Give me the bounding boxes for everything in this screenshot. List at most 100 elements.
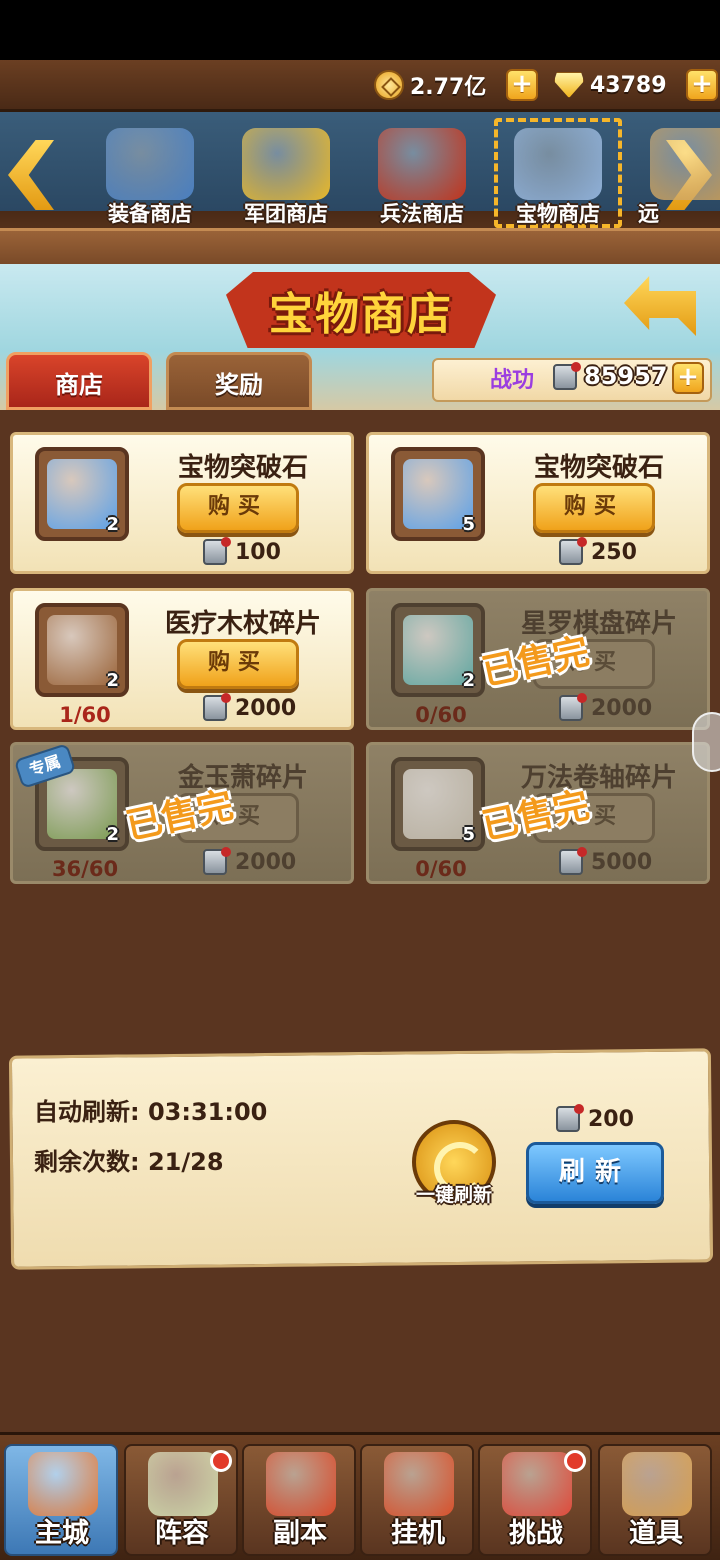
gold-display: 2.77亿	[374, 68, 486, 102]
shop-tab-0[interactable]: 装备商店	[86, 118, 214, 228]
merit-label: 战功	[490, 368, 535, 393]
shop-tab-label: 远	[638, 202, 659, 226]
gem-amount: 43789	[590, 72, 667, 98]
auto-refresh-label: 自动刷新:	[34, 1098, 140, 1126]
merit-scroll-icon	[203, 693, 231, 721]
shop-tab-3[interactable]: 宝物商店	[494, 118, 622, 228]
gold-ingot-icon	[242, 128, 330, 200]
fragment-progress: 1/60	[59, 703, 111, 727]
shop-tab-label: 宝物商店	[516, 202, 600, 226]
shop-item-card[interactable]: 2 宝物突破石 购买 100	[10, 432, 354, 574]
status-bar-area	[0, 0, 720, 60]
treasure-icon	[514, 128, 602, 200]
fragment-progress: 0/60	[415, 857, 467, 881]
buy-button[interactable]: 购买	[177, 639, 299, 689]
merit-scroll-icon	[559, 847, 587, 875]
buy-button[interactable]: 购买	[533, 483, 655, 533]
price-value: 5000	[591, 849, 653, 875]
gem-display: 43789	[554, 68, 667, 102]
tab-reward[interactable]: 奖励	[166, 352, 312, 410]
nav-label: 阵容	[155, 1518, 209, 1549]
auto-refresh-row: 自动刷新: 03:31:00	[34, 1092, 267, 1127]
item-count: 5	[462, 514, 475, 535]
nav-item-1[interactable]: 阵容	[124, 1444, 238, 1556]
item-count: 2	[106, 824, 119, 845]
versus-icon	[502, 1452, 572, 1516]
fragment-progress: 0/60	[415, 703, 467, 727]
notification-dot	[210, 1450, 232, 1472]
item-name: 医疗木杖碎片	[164, 609, 321, 639]
shop-item-card[interactable]: 5 宝物突破石 购买 250	[366, 432, 710, 574]
page-title: 宝物商店	[269, 289, 453, 340]
nav-item-3[interactable]: 挂机	[360, 1444, 474, 1556]
merit-scroll-icon	[203, 847, 231, 875]
add-merit-button[interactable]: +	[672, 362, 704, 394]
nav-label: 主城	[35, 1518, 89, 1549]
shop-item-card[interactable]: 2 星罗棋盘碎片 购买 2000 0/60 已售完	[366, 588, 710, 730]
shop-item-card[interactable]: 5 万法卷轴碎片 购买 5000 0/60 已售完	[366, 742, 710, 884]
item-frame[interactable]: 5	[391, 757, 485, 851]
shop-tab-1[interactable]: 军团商店	[222, 118, 350, 228]
one-key-refresh-label[interactable]: 一键刷新	[404, 1180, 504, 1207]
item-name: 宝物突破石	[177, 453, 308, 483]
item-frame[interactable]: 2	[35, 603, 129, 697]
side-drawer-handle[interactable]	[692, 712, 720, 772]
nav-item-0[interactable]: 主城	[4, 1444, 118, 1556]
price-value: 2000	[591, 695, 653, 721]
tab-shop[interactable]: 商店	[6, 352, 152, 410]
shop-tab-label: 军团商店	[244, 202, 328, 226]
item-frame[interactable]: 2	[391, 603, 485, 697]
item-bag-icon	[622, 1452, 692, 1516]
merit-scroll-icon	[559, 537, 587, 565]
merit-scroll-icon	[203, 537, 231, 565]
item-price: 250	[559, 537, 637, 565]
nav-label: 道具	[629, 1518, 683, 1549]
refresh-cost-value: 200	[588, 1106, 634, 1132]
merit-scroll-icon	[556, 1104, 584, 1132]
merit-scroll-icon	[553, 362, 581, 390]
price-value: 100	[235, 539, 281, 565]
notification-dot	[564, 1450, 586, 1472]
fragment-progress: 36/60	[51, 857, 119, 881]
armor-icon	[106, 128, 194, 200]
nav-label: 挑战	[509, 1518, 563, 1549]
refresh-cost: 200	[556, 1104, 634, 1132]
currency-bar: 2.77亿 + 43789 +	[0, 60, 720, 112]
price-value: 2000	[235, 695, 297, 721]
shop-tab-2[interactable]: 兵法商店	[358, 118, 486, 228]
shop-item-card[interactable]: 2 医疗木杖碎片 购买 2000 1/60	[10, 588, 354, 730]
shop-tab-label: 兵法商店	[380, 202, 464, 226]
treasure-bag-icon	[384, 1452, 454, 1516]
nav-item-5[interactable]: 道具	[598, 1444, 712, 1556]
item-frame[interactable]: 2	[35, 447, 129, 541]
buy-button[interactable]: 购买	[177, 483, 299, 533]
gold-coin-icon	[374, 70, 404, 100]
item-name: 宝物突破石	[533, 453, 664, 483]
item-price: 5000	[559, 847, 653, 875]
nav-item-2[interactable]: 副本	[242, 1444, 356, 1556]
gem-icon	[554, 72, 584, 98]
item-frame[interactable]: 5	[391, 447, 485, 541]
merit-scroll-icon	[559, 693, 587, 721]
gold-amount: 2.77亿	[410, 75, 487, 100]
shop-item-card[interactable]: 2 金玉萧碎片 购买 2000 36/60 专属 已售完	[10, 742, 354, 884]
add-gem-button[interactable]: +	[686, 69, 718, 101]
palace-icon	[28, 1452, 98, 1516]
item-count: 2	[462, 670, 475, 691]
remaining-count-label: 剩余次数:	[34, 1148, 140, 1176]
shop-tab-4[interactable]: 远	[630, 118, 720, 228]
item-price: 100	[203, 537, 281, 565]
item-price: 2000	[203, 847, 297, 875]
price-value: 2000	[235, 849, 297, 875]
nav-label: 副本	[273, 1518, 327, 1549]
refresh-button[interactable]: 刷新	[526, 1142, 664, 1204]
formation-icon	[148, 1452, 218, 1516]
remaining-count-value: 21/28	[147, 1148, 224, 1176]
nav-item-4[interactable]: 挑战	[478, 1444, 592, 1556]
shop-tab-label: 装备商店	[108, 202, 192, 226]
add-gold-button[interactable]: +	[506, 69, 538, 101]
item-count: 2	[106, 514, 119, 535]
tactics-book-icon	[378, 128, 466, 200]
remaining-count-row: 剩余次数: 21/28	[34, 1142, 224, 1177]
item-count: 5	[462, 824, 475, 845]
